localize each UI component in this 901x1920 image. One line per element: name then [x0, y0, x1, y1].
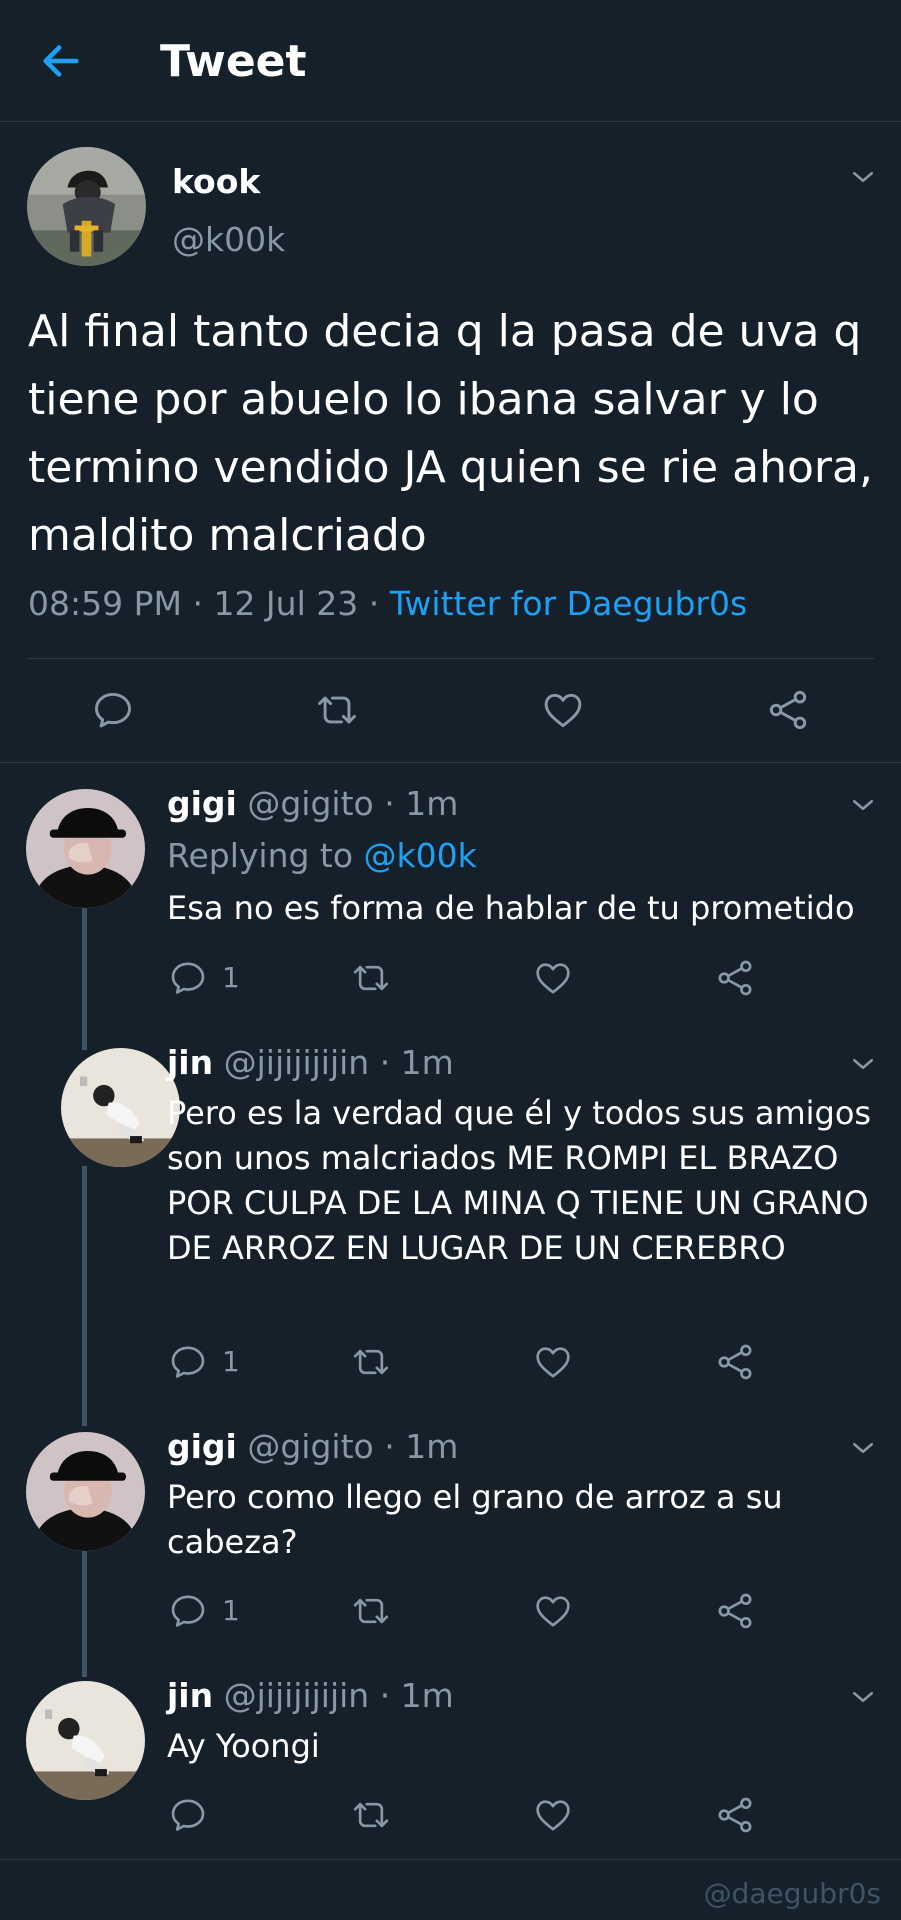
like-icon[interactable] — [533, 1795, 573, 1835]
tweet-date: 12 Jul 23 — [213, 584, 359, 623]
share-icon[interactable] — [715, 958, 755, 998]
share-icon[interactable] — [766, 688, 810, 732]
mention-link[interactable]: @k00k — [364, 836, 477, 875]
avatar[interactable] — [26, 789, 145, 908]
reply-text: Pero como llego el grano de arroz a su c… — [167, 1478, 783, 1561]
replying-label: Replying to — [167, 836, 364, 875]
reply-author-name[interactable]: gigi — [167, 784, 237, 823]
reply-icon[interactable] — [168, 1591, 208, 1631]
reply-text: Ay Yoongi — [167, 1727, 320, 1765]
meta-separator: · — [181, 584, 214, 623]
like-icon[interactable] — [533, 1591, 573, 1631]
divider — [0, 1859, 901, 1860]
author-name[interactable]: kook — [172, 162, 260, 201]
tweet-time: 08:59 PM — [28, 584, 182, 623]
retweet-icon[interactable] — [351, 1342, 391, 1382]
reply-count: 1 — [222, 1594, 240, 1627]
chevron-down-icon[interactable] — [848, 1049, 878, 1079]
divider — [0, 762, 901, 763]
reply-author-name[interactable]: jin — [167, 1676, 213, 1715]
share-icon[interactable] — [715, 1342, 755, 1382]
replying-to: Replying to @k00k — [167, 836, 477, 875]
thread-line — [82, 1551, 87, 1677]
tweet-text: Al final tanto decia q la pasa de uva q … — [28, 306, 873, 561]
reply-icon[interactable] — [168, 1795, 208, 1835]
retweet-icon[interactable] — [315, 688, 359, 732]
avatar[interactable] — [27, 147, 146, 266]
reply-handle-time: @gigito · 1m — [236, 784, 459, 823]
chevron-down-icon[interactable] — [848, 790, 878, 820]
reply-handle-time: @jijijijijin · 1m — [213, 1043, 454, 1082]
reply-text: Pero es la verdad que él y todos sus ami… — [167, 1094, 872, 1267]
retweet-icon[interactable] — [351, 1795, 391, 1835]
reply-icon[interactable] — [168, 1342, 208, 1382]
retweet-icon[interactable] — [351, 958, 391, 998]
avatar[interactable] — [26, 1681, 145, 1800]
reply-handle-time: @gigito · 1m — [236, 1427, 459, 1466]
avatar[interactable] — [26, 1432, 145, 1551]
tweet-metadata: 08:59 PM · 12 Jul 23 · Twitter for Daegu… — [28, 584, 747, 623]
tweet-source-link[interactable]: Twitter for Daegubr0s — [390, 584, 747, 623]
author-handle[interactable]: @k00k — [172, 220, 285, 259]
watermark: @daegubr0s — [703, 1877, 881, 1910]
reply-count: 1 — [222, 1345, 240, 1378]
thread-line — [82, 1166, 87, 1426]
share-icon[interactable] — [715, 1591, 755, 1631]
reply-icon[interactable] — [91, 688, 135, 732]
meta-separator: · — [358, 584, 390, 623]
page-title: Tweet — [160, 36, 307, 87]
back-button[interactable] — [38, 38, 84, 84]
chevron-down-icon[interactable] — [848, 1433, 878, 1463]
arrow-left-icon — [43, 45, 79, 77]
reply-header: gigi @gigito · 1m — [167, 784, 458, 823]
reply-icon[interactable] — [168, 958, 208, 998]
like-icon[interactable] — [541, 688, 585, 732]
top-app-bar: Tweet — [0, 0, 901, 122]
reply-handle-time: @jijijijijin · 1m — [213, 1676, 454, 1715]
reply-count: 1 — [222, 961, 240, 994]
reply-header: jin @jijijijijin · 1m — [167, 1676, 454, 1715]
retweet-icon[interactable] — [351, 1591, 391, 1631]
reply-header: gigi @gigito · 1m — [167, 1427, 458, 1466]
share-icon[interactable] — [715, 1795, 755, 1835]
reply-header: jin @jijijijijin · 1m — [167, 1043, 454, 1082]
reply-author-name[interactable]: jin — [167, 1043, 213, 1082]
divider — [27, 658, 874, 659]
chevron-down-icon[interactable] — [848, 162, 878, 192]
reply-text: Esa no es forma de hablar de tu prometid… — [167, 889, 855, 927]
reply-author-name[interactable]: gigi — [167, 1427, 237, 1466]
thread-line — [82, 908, 87, 1050]
avatar[interactable] — [61, 1048, 180, 1167]
like-icon[interactable] — [533, 1342, 573, 1382]
chevron-down-icon[interactable] — [848, 1682, 878, 1712]
like-icon[interactable] — [533, 958, 573, 998]
